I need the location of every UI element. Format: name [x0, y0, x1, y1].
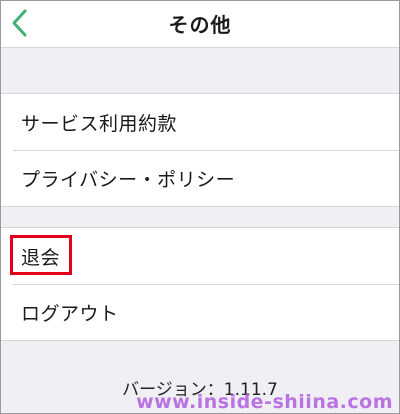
- watermark-text: www.inside-shiina.com: [136, 391, 393, 413]
- menu-item-logout[interactable]: ログアウト: [1, 284, 399, 340]
- screen: その他 サービス利用約款 プライバシー・ポリシー 退会 ログアウト バージョン：…: [0, 0, 400, 414]
- nav-bar: その他: [1, 1, 399, 48]
- menu-item-privacy-policy[interactable]: プライバシー・ポリシー: [1, 150, 399, 206]
- menu-item-label: 退会: [21, 246, 61, 269]
- menu-group-info: サービス利用約款 プライバシー・ポリシー: [1, 93, 399, 207]
- page-title: その他: [168, 13, 232, 37]
- menu-item-label: プライバシー・ポリシー: [21, 168, 236, 191]
- menu-item-label: サービス利用約款: [21, 112, 178, 135]
- menu-item-withdraw[interactable]: 退会: [1, 228, 399, 284]
- menu-item-terms-of-service[interactable]: サービス利用約款: [1, 94, 399, 150]
- menu-item-label: ログアウト: [21, 302, 119, 325]
- menu-group-account: 退会 ログアウト: [1, 227, 399, 341]
